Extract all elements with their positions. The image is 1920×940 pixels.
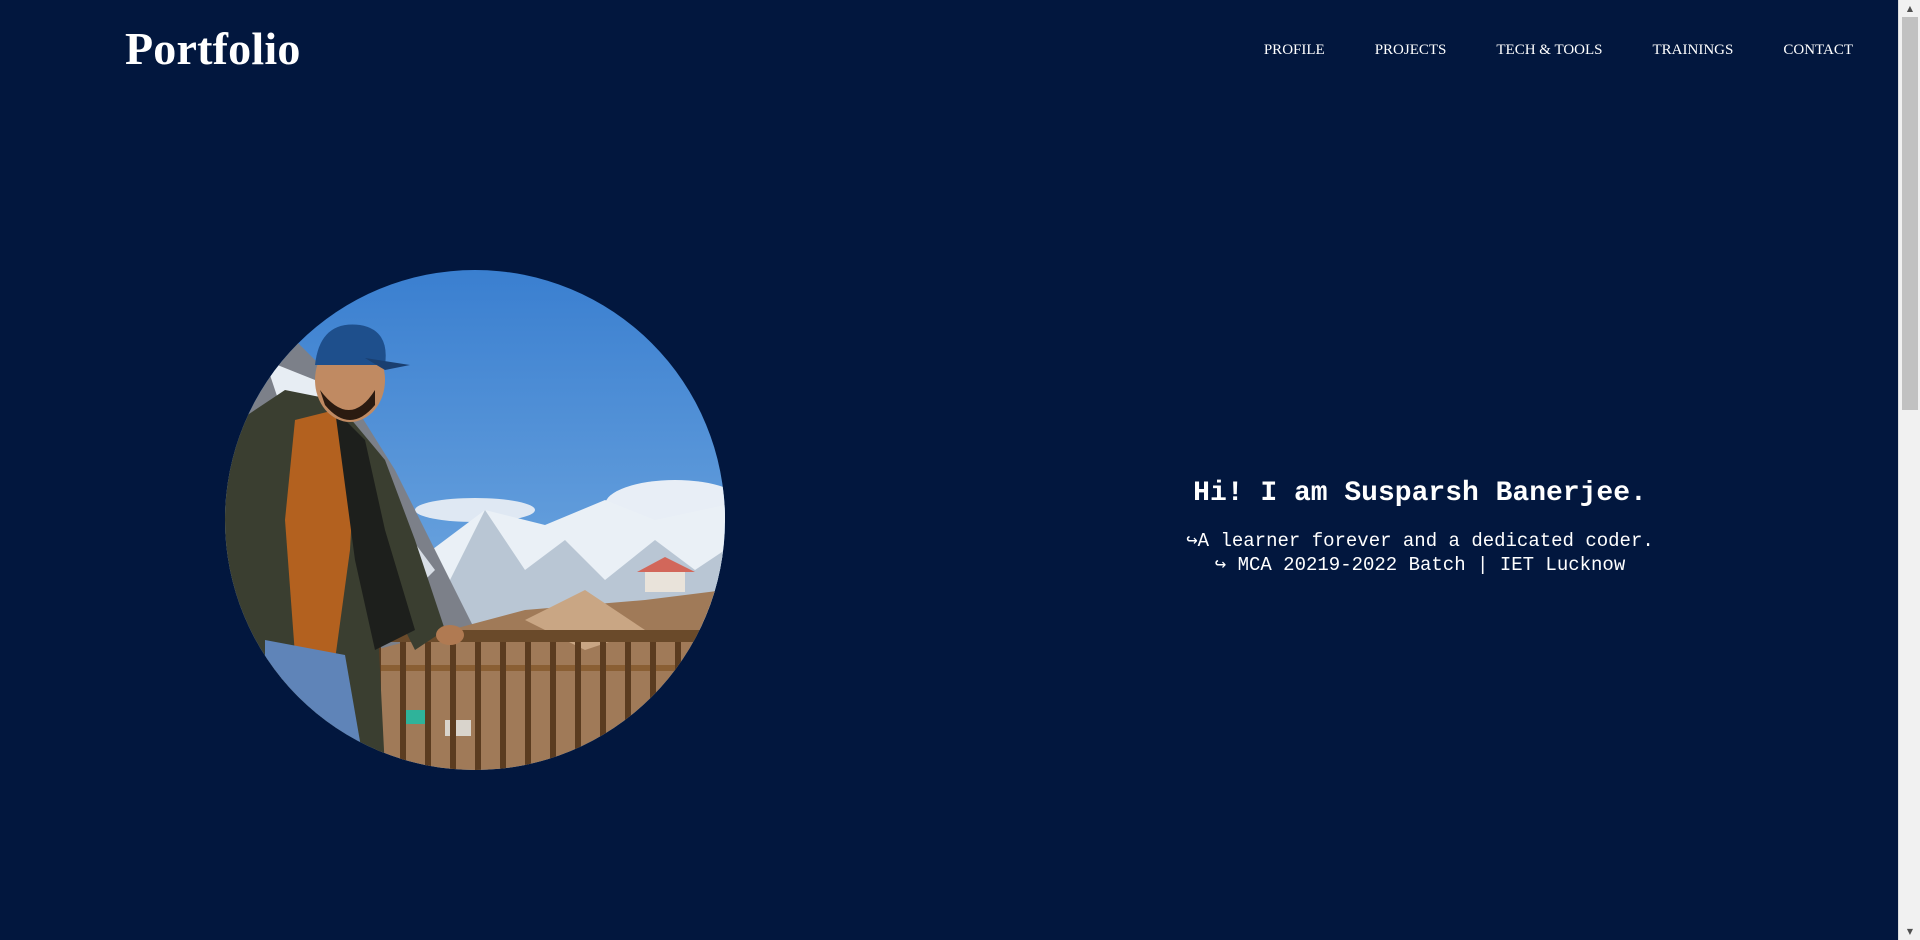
portfolio-page: Portfolio PROFILE PROJECTS TECH & TOOLS …: [0, 0, 1920, 940]
nav-profile[interactable]: PROFILE: [1264, 42, 1325, 59]
hero-intro: Hi! I am Susparsh Banerjee. ↪A learner f…: [1120, 478, 1720, 577]
top-navbar: Portfolio PROFILE PROJECTS TECH & TOOLS …: [0, 0, 1898, 100]
hero-title: Hi! I am Susparsh Banerjee.: [1193, 478, 1647, 509]
scroll-down-icon[interactable]: ▼: [1899, 923, 1920, 940]
hero-education: ↪ MCA 20219-2022 Batch | IET Lucknow: [1214, 554, 1626, 576]
nav-trainings[interactable]: TRAININGS: [1653, 42, 1734, 59]
profile-photo: [225, 270, 725, 770]
scroll-up-icon[interactable]: ▲: [1899, 0, 1920, 17]
nav-projects[interactable]: PROJECTS: [1375, 42, 1447, 59]
vertical-scrollbar[interactable]: ▲ ▼: [1898, 0, 1920, 940]
hero-tagline: ↪A learner forever and a dedicated coder…: [1186, 530, 1654, 552]
nav-links: PROFILE PROJECTS TECH & TOOLS TRAININGS …: [1214, 42, 1853, 59]
brand-logo[interactable]: Portfolio: [125, 22, 301, 75]
profile-photo-illustration: [225, 270, 725, 770]
scroll-thumb[interactable]: [1902, 17, 1918, 410]
nav-contact[interactable]: CONTACT: [1783, 42, 1853, 59]
nav-tech-tools[interactable]: TECH & TOOLS: [1496, 42, 1602, 59]
